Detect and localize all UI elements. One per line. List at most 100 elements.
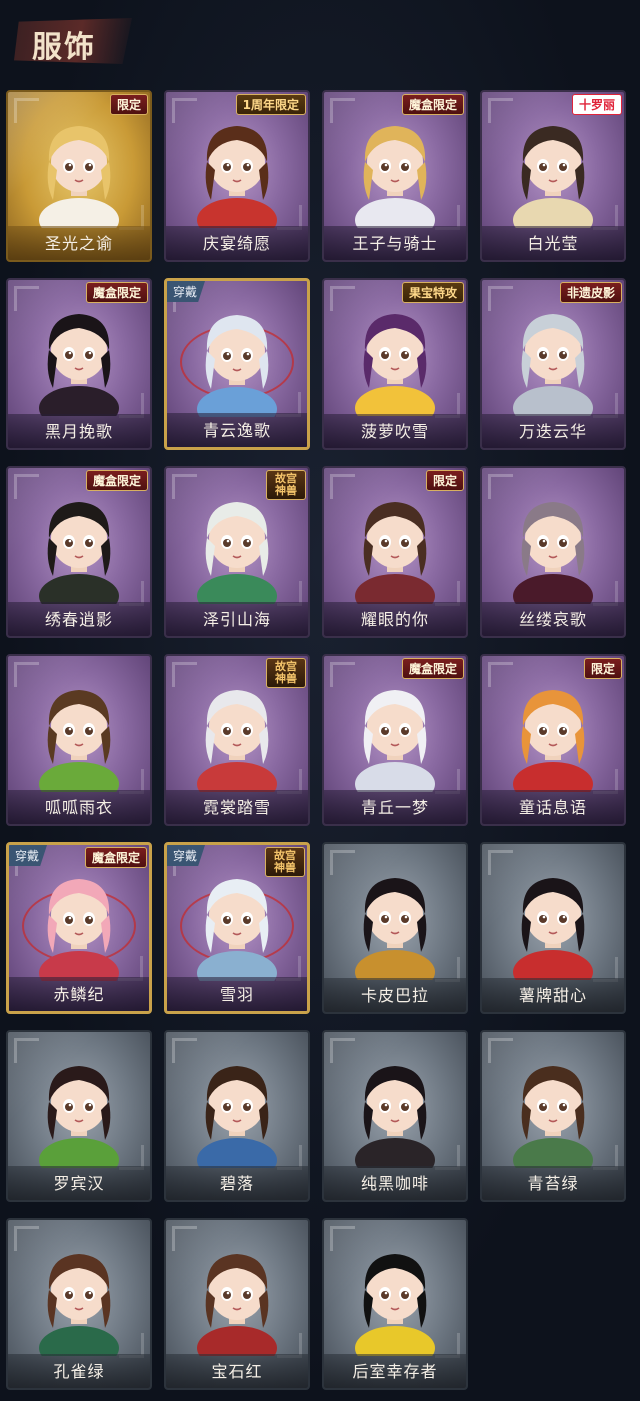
costume-name: 罗宾汉 xyxy=(53,1174,105,1193)
character-portrait-frame xyxy=(505,298,601,416)
costume-tag: 故宫神兽 xyxy=(265,847,305,877)
costume-name: 雪羽 xyxy=(219,985,254,1004)
costume-card[interactable]: 王子与骑士 魔盒限定 xyxy=(322,90,468,262)
costume-card[interactable]: 青丘一梦 魔盒限定 xyxy=(322,654,468,826)
costume-card[interactable]: 卡皮巴拉 xyxy=(322,842,468,1014)
character-portrait-frame xyxy=(31,1050,127,1168)
costume-card[interactable]: 绣春逍影 魔盒限定 xyxy=(6,466,152,638)
costume-card[interactable]: 丝缕哀歌 xyxy=(480,466,626,638)
costume-tag: 魔盒限定 xyxy=(401,658,464,679)
costume-tag: 限定 xyxy=(583,658,622,679)
costume-card[interactable]: 圣光之谕 限定 xyxy=(6,90,152,262)
character-portrait xyxy=(39,314,119,416)
character-portrait xyxy=(39,879,119,981)
costume-tag: 十罗丽 xyxy=(571,94,622,115)
character-portrait-frame xyxy=(189,1050,285,1168)
character-portrait xyxy=(197,879,277,981)
costume-name: 青苔绿 xyxy=(527,1174,579,1193)
costume-card[interactable]: 青苔绿 xyxy=(480,1030,626,1202)
page-title: 服饰 xyxy=(32,30,96,65)
costume-card[interactable]: 呱呱雨衣 xyxy=(6,654,152,826)
costume-card[interactable]: 薯牌甜心 xyxy=(480,842,626,1014)
costume-card[interactable]: 童话息语 限定 xyxy=(480,654,626,826)
costume-card[interactable]: 万迭云华 非遗皮影 xyxy=(480,278,626,450)
costume-name: 呱呱雨衣 xyxy=(44,798,113,817)
character-portrait xyxy=(39,502,119,604)
costume-name: 纯黑咖啡 xyxy=(360,1174,429,1193)
character-portrait-frame xyxy=(505,486,601,604)
costume-name: 庆宴绮愿 xyxy=(202,234,271,253)
costume-name: 孔雀绿 xyxy=(53,1362,105,1381)
costume-name: 王子与骑士 xyxy=(352,234,438,253)
character-portrait xyxy=(513,502,593,604)
character-portrait xyxy=(355,1066,435,1168)
costume-card[interactable]: 霓裳踏雪 故宫神兽 xyxy=(164,654,310,826)
character-portrait-frame xyxy=(189,674,285,792)
costume-tag: 非遗皮影 xyxy=(559,282,622,303)
character-portrait xyxy=(355,878,435,980)
character-portrait-frame xyxy=(347,298,443,416)
character-portrait xyxy=(355,126,435,228)
costume-tag: 故宫神兽 xyxy=(266,658,306,688)
character-portrait-frame xyxy=(347,1238,443,1356)
costume-name: 霓裳踏雪 xyxy=(202,798,271,817)
character-portrait xyxy=(197,502,277,604)
costume-tag: 故宫神兽 xyxy=(266,470,306,500)
character-portrait-frame xyxy=(347,674,443,792)
character-portrait xyxy=(355,314,435,416)
character-portrait-frame xyxy=(31,1238,127,1356)
character-portrait xyxy=(513,126,593,228)
character-portrait-frame xyxy=(189,1238,285,1356)
costume-card[interactable]: 孔雀绿 xyxy=(6,1218,152,1390)
costume-name: 绣春逍影 xyxy=(44,610,113,629)
character-portrait-frame xyxy=(31,674,127,792)
costume-card[interactable]: 罗宾汉 xyxy=(6,1030,152,1202)
character-portrait xyxy=(513,690,593,792)
character-portrait-frame xyxy=(505,1050,601,1168)
costume-card[interactable]: 青云逸歌 穿戴 xyxy=(164,278,310,450)
costume-name: 泽引山海 xyxy=(202,610,271,629)
character-portrait-frame xyxy=(505,862,601,980)
costume-card[interactable]: 碧落 xyxy=(164,1030,310,1202)
costume-tag: 魔盒限定 xyxy=(85,470,148,491)
costume-name: 后室幸存者 xyxy=(352,1362,438,1381)
costume-card[interactable]: 泽引山海 故宫神兽 xyxy=(164,466,310,638)
costume-card[interactable]: 菠萝吹雪 果宝特攻 xyxy=(322,278,468,450)
costume-name: 白光莹 xyxy=(527,234,579,253)
character-portrait-frame xyxy=(189,110,285,228)
character-portrait xyxy=(197,1254,277,1356)
costume-card[interactable]: 白光莹 十罗丽 xyxy=(480,90,626,262)
costume-tag: 限定 xyxy=(109,94,148,115)
character-portrait xyxy=(197,690,277,792)
character-portrait xyxy=(39,1254,119,1356)
costume-name: 丝缕哀歌 xyxy=(518,610,587,629)
character-portrait xyxy=(513,878,593,980)
character-portrait xyxy=(39,690,119,792)
character-portrait-frame xyxy=(505,110,601,228)
costume-card[interactable]: 纯黑咖啡 xyxy=(322,1030,468,1202)
costume-card[interactable]: 耀眼的你 限定 xyxy=(322,466,468,638)
costume-tag: 魔盒限定 xyxy=(401,94,464,115)
costume-card[interactable]: 后室幸存者 xyxy=(322,1218,468,1390)
character-portrait-frame xyxy=(31,110,127,228)
character-portrait xyxy=(513,1066,593,1168)
character-portrait-frame xyxy=(31,298,127,416)
character-portrait xyxy=(355,690,435,792)
costume-tag: 魔盒限定 xyxy=(85,282,148,303)
character-portrait xyxy=(513,314,593,416)
character-portrait xyxy=(39,1066,119,1168)
character-portrait xyxy=(197,1066,277,1168)
character-portrait-frame xyxy=(189,863,285,981)
costume-tag: 1周年限定 xyxy=(235,94,306,115)
costume-card[interactable]: 庆宴绮愿 1周年限定 xyxy=(164,90,310,262)
costume-card[interactable]: 宝石红 xyxy=(164,1218,310,1390)
costume-name: 耀眼的你 xyxy=(360,610,429,629)
character-portrait-frame xyxy=(189,486,285,604)
costume-card[interactable]: 赤鳞纪 魔盒限定 穿戴 xyxy=(6,842,152,1014)
character-portrait xyxy=(197,315,277,417)
costume-name: 万迭云华 xyxy=(518,422,587,441)
costume-card[interactable]: 黑月挽歌 魔盒限定 xyxy=(6,278,152,450)
costume-card[interactable]: 雪羽 故宫神兽 穿戴 xyxy=(164,842,310,1014)
costume-page: 服饰 圣光之谕 限定 庆宴绮愿 1周年限定 王子与骑士 魔盒限定 白光莹 十罗丽… xyxy=(0,0,640,1401)
character-portrait-frame xyxy=(189,299,285,417)
